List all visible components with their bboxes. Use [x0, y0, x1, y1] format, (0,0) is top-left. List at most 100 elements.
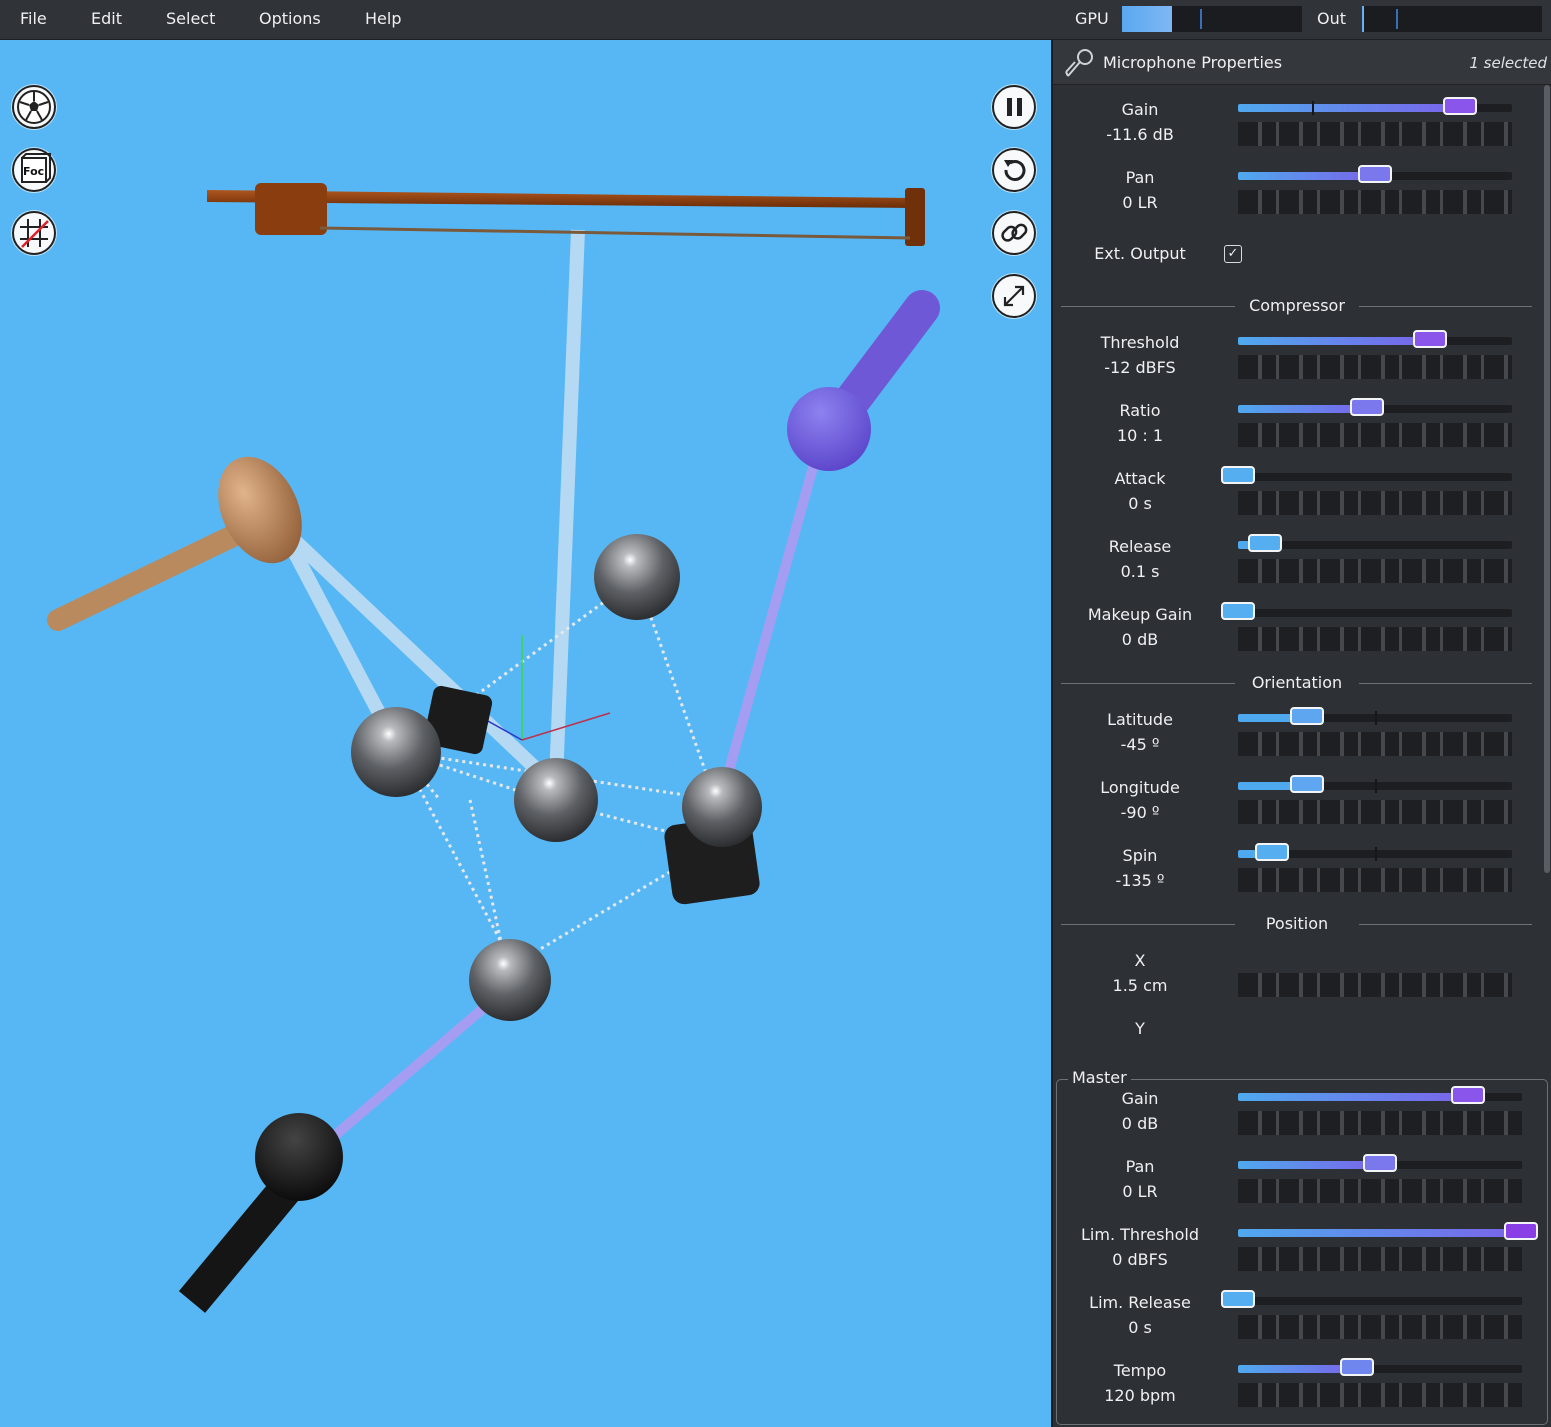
tempo-value: 120 bpm	[1104, 1386, 1176, 1405]
out-label: Out	[1317, 9, 1347, 28]
spin-slider[interactable]	[1238, 843, 1512, 861]
ratio-slider-fill	[1238, 405, 1367, 413]
gpu-label: GPU	[1075, 9, 1109, 28]
spin-slider-thumb[interactable]	[1255, 843, 1290, 861]
compressor-section-title: Compressor	[1249, 296, 1345, 315]
latitude-label: Latitude	[1107, 710, 1173, 729]
lim-release-value: 0 s	[1128, 1318, 1152, 1337]
mallet-object[interactable]	[47, 443, 318, 631]
spin-slider-center-mark	[1375, 847, 1377, 861]
makeup-gain-label: Makeup Gain	[1087, 605, 1193, 624]
out-meter-fill	[1362, 6, 1364, 32]
ext-output-checkbox[interactable]: ✓	[1224, 245, 1242, 263]
rotate-button[interactable]	[992, 148, 1036, 192]
latitude-slider[interactable]	[1238, 707, 1512, 725]
menu-help[interactable]: Help	[365, 9, 401, 28]
menu-options[interactable]: Options	[259, 9, 321, 28]
sphere-object[interactable]	[514, 758, 598, 842]
gain-value: -11.6 dB	[1106, 125, 1174, 144]
longitude-label: Longitude	[1100, 778, 1180, 797]
pan-label: Pan	[1125, 1157, 1155, 1176]
link-button[interactable]	[992, 211, 1036, 255]
sphere-object[interactable]	[682, 767, 762, 847]
microphone-selected[interactable]	[787, 290, 940, 471]
latitude-slider-center-mark	[1375, 711, 1377, 725]
gain-slider-fill	[1238, 104, 1460, 112]
x-label: X	[1134, 951, 1146, 970]
release-slider[interactable]	[1238, 534, 1512, 552]
makeup-gain-slider-thumb[interactable]	[1221, 602, 1255, 620]
panel-header: Microphone Properties 1 selected	[1053, 40, 1551, 85]
lim-threshold-level-meter	[1238, 1247, 1522, 1271]
gain-level-meter	[1238, 1111, 1522, 1135]
tempo-level-meter	[1238, 1383, 1522, 1407]
focus-button[interactable]: Foc	[12, 148, 56, 192]
scene-viewport[interactable]: Foc	[0, 40, 1051, 1427]
orientation-divider-left	[1061, 683, 1235, 684]
fullscreen-icon	[1003, 285, 1025, 307]
sphere-object[interactable]	[351, 707, 441, 797]
lim-threshold-slider-thumb[interactable]	[1504, 1222, 1538, 1240]
lim-release-label: Lim. Release	[1089, 1293, 1191, 1312]
pan-slider-thumb[interactable]	[1363, 1154, 1397, 1172]
y-label: Y	[1135, 1019, 1145, 1038]
threshold-level-meter	[1238, 355, 1512, 379]
latitude-slider-thumb[interactable]	[1289, 707, 1324, 725]
menu-bar: File Edit Select Options Help GPU Out	[0, 0, 1551, 40]
gpu-meter	[1122, 6, 1302, 32]
threshold-label: Threshold	[1100, 333, 1180, 352]
release-value: 0.1 s	[1120, 562, 1160, 581]
ratio-slider-thumb[interactable]	[1349, 398, 1384, 416]
longitude-slider[interactable]	[1238, 775, 1512, 793]
lim-release-slider-thumb[interactable]	[1221, 1290, 1255, 1308]
scene-canvas[interactable]	[0, 40, 1051, 1427]
link-icon	[1001, 223, 1028, 242]
focus-text: Foc	[23, 165, 44, 178]
release-slider-thumb[interactable]	[1248, 534, 1283, 552]
latitude-value: -45 º	[1120, 735, 1160, 754]
connection-beams	[281, 229, 820, 1154]
compressor-divider-left	[1061, 306, 1235, 307]
tempo-slider-thumb[interactable]	[1340, 1358, 1375, 1376]
pan-slider[interactable]	[1238, 165, 1512, 183]
sphere-object[interactable]	[594, 534, 680, 620]
release-label: Release	[1108, 537, 1172, 556]
pan-slider-thumb[interactable]	[1358, 165, 1392, 183]
menu-select[interactable]: Select	[166, 9, 215, 28]
threshold-slider[interactable]	[1238, 330, 1512, 348]
gain-slider[interactable]	[1238, 1086, 1522, 1104]
lim-release-slider[interactable]	[1221, 1290, 1522, 1308]
gpu-meter-fill	[1122, 6, 1173, 32]
grid-toggle-icon	[20, 219, 49, 248]
pause-button[interactable]	[992, 85, 1036, 129]
microphone-icon	[1065, 49, 1093, 77]
menu-file[interactable]: File	[20, 9, 47, 28]
longitude-slider-thumb[interactable]	[1289, 775, 1324, 793]
pan-slider[interactable]	[1238, 1154, 1522, 1172]
football-icon	[17, 90, 51, 124]
attack-slider[interactable]	[1221, 466, 1512, 484]
sphere-object[interactable]	[469, 939, 551, 1021]
ratio-slider[interactable]	[1238, 398, 1512, 416]
ratio-value: 10 : 1	[1116, 426, 1164, 445]
lim-threshold-slider[interactable]	[1238, 1222, 1538, 1240]
fullscreen-button[interactable]	[992, 274, 1036, 318]
orientation-section-title: Orientation	[1251, 673, 1343, 692]
football-button[interactable]	[12, 85, 56, 129]
gain-slider[interactable]	[1238, 97, 1512, 115]
orientation-divider-right	[1359, 683, 1532, 684]
attack-slider-thumb[interactable]	[1221, 466, 1255, 484]
microphone-black[interactable]	[178, 1113, 343, 1313]
menu-edit[interactable]: Edit	[91, 9, 122, 28]
threshold-slider-thumb[interactable]	[1412, 330, 1447, 348]
panel-scrollbar[interactable]	[1544, 85, 1550, 873]
makeup-gain-slider[interactable]	[1221, 602, 1512, 620]
grid-toggle-button[interactable]	[12, 211, 56, 255]
makeup-gain-level-meter	[1238, 627, 1512, 651]
gain-slider-thumb[interactable]	[1442, 97, 1477, 115]
tempo-slider[interactable]	[1238, 1358, 1522, 1376]
position-divider-right	[1359, 924, 1532, 925]
pan-slider-fill	[1238, 172, 1375, 180]
bow-object[interactable]	[207, 183, 925, 246]
gain-slider-thumb[interactable]	[1451, 1086, 1486, 1104]
